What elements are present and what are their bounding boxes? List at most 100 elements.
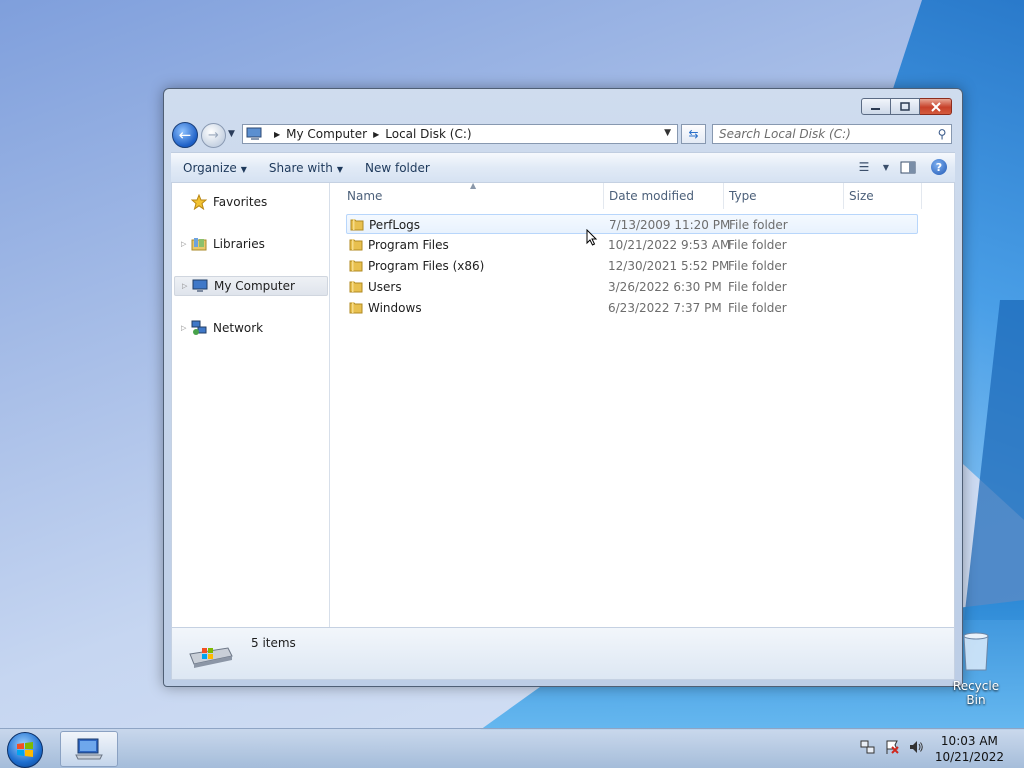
breadcrumb-separator-icon[interactable]: ▶ [274,130,280,139]
file-date: 6/23/2022 7:37 PM [608,301,722,315]
table-row[interactable]: Program Files 10/21/2022 9:53 AM File fo… [346,235,918,255]
nav-item-libraries[interactable]: ▷ Libraries [174,234,328,254]
column-label: Size [849,189,874,203]
file-list: Name ▲ Date modified Type Size PerfLogs … [330,181,954,627]
taskbar-explorer-button[interactable] [60,731,118,767]
share-with-label: Share with [268,160,333,175]
address-bar[interactable]: ▶ My Computer ▶ Local Disk (C:) ▼ [242,124,678,144]
refresh-button[interactable]: ⇆ [681,124,706,144]
windows-logo-icon [17,742,33,757]
table-row[interactable]: Program Files (x86) 12/30/2021 5:52 PM F… [346,256,918,276]
chevron-down-icon: ▼ [336,164,343,174]
breadcrumb-local-disk[interactable]: Local Disk (C:) [385,127,471,141]
change-view-button[interactable]: ☰ [849,160,879,174]
command-bar: Organize ▼ Share with ▼ New folder ☰ ▼ ? [171,152,955,182]
item-count: 5 items [251,636,296,650]
start-button[interactable] [7,732,43,768]
expand-arrow-icon[interactable]: ▷ [182,282,192,290]
mouse-cursor-icon [586,229,598,246]
table-row[interactable]: Windows 6/23/2022 7:37 PM File folder [346,298,918,318]
new-folder-label: New folder [364,160,430,175]
nav-item-network[interactable]: ▷ Network [174,318,328,338]
file-type: File folder [728,259,787,273]
restore-icon [900,101,910,111]
column-label: Type [729,189,757,203]
maximize-button[interactable] [891,98,920,115]
computer-icon [246,127,262,140]
file-type: File folder [728,280,787,294]
help-icon: ? [935,160,943,174]
hard-drive-icon [189,647,233,668]
file-name: Program Files (x86) [368,259,485,273]
expand-arrow-icon[interactable]: ▷ [181,324,191,332]
folder-icon [350,219,364,231]
caption-buttons [861,98,952,115]
network-status-icon[interactable] [860,739,876,755]
folder-icon [349,239,363,251]
computer-icon [75,738,103,760]
folder-icon [349,281,363,293]
chevron-down-icon: ▼ [228,129,235,139]
clock[interactable]: 10:03 AM 10/21/2022 [935,733,1004,765]
share-with-button[interactable]: Share with ▼ [257,161,353,175]
minimize-button[interactable] [861,98,891,115]
recycle-bin[interactable]: Recycle Bin [943,632,1009,707]
file-name: PerfLogs [369,218,421,232]
table-row[interactable]: PerfLogs 7/13/2009 11:20 PM File folder [346,214,918,234]
forward-button[interactable]: → [201,123,226,148]
system-tray [860,739,924,755]
breadcrumb-separator-icon[interactable]: ▶ [373,130,379,139]
file-date: 7/13/2009 11:20 PM [609,218,731,232]
column-headers: Name ▲ Date modified Type Size [330,181,954,209]
organize-label: Organize [183,160,237,175]
breadcrumb-my-computer[interactable]: My Computer [286,127,367,141]
column-label: Name [347,189,383,203]
view-options-button[interactable]: ▼ [879,163,893,172]
network-icon [191,320,207,336]
table-row[interactable]: Users 3/26/2022 6:30 PM File folder [346,277,918,297]
taskbar: 10:03 AM 10/21/2022 [0,728,1024,768]
file-name: Program Files [368,238,449,252]
forward-arrow-icon: → [208,128,219,143]
column-header-name[interactable]: Name ▲ [342,181,604,209]
navigation-pane: Favorites ▷ Libraries ▷ My Computer ▷ Ne… [172,183,330,627]
nav-item-my-computer[interactable]: ▷ My Computer [174,276,328,296]
organize-button[interactable]: Organize ▼ [171,161,257,175]
nav-item-label: Libraries [213,237,265,251]
search-box[interactable]: ⚲ [712,124,952,144]
expand-arrow-icon[interactable]: ▷ [181,240,191,248]
clock-date: 10/21/2022 [934,750,1004,764]
column-header-type[interactable]: Type [724,183,844,209]
nav-item-label: Network [213,321,264,335]
column-header-date[interactable]: Date modified [604,183,724,209]
action-center-flag-icon[interactable] [884,739,900,755]
new-folder-button[interactable]: New folder [353,161,440,175]
details-pane: 5 items [171,628,955,680]
volume-icon[interactable] [908,739,924,755]
chevron-down-icon: ▼ [882,162,890,172]
back-button[interactable]: ← [172,122,198,148]
content-area: Favorites ▷ Libraries ▷ My Computer ▷ Ne… [171,181,955,628]
file-name: Windows [368,301,422,315]
preview-pane-button[interactable] [893,161,923,174]
view-list-icon: ☰ [858,160,870,174]
file-date: 3/26/2022 6:30 PM [608,280,722,294]
explorer-window: ← → ▼ ▶ My Computer ▶ Local Disk (C:) ▼ … [163,88,963,687]
file-type: File folder [728,301,787,315]
file-name: Users [368,280,402,294]
search-icon[interactable]: ⚲ [933,127,951,141]
nav-item-favorites[interactable]: Favorites [174,192,328,212]
nav-item-label: My Computer [214,279,295,293]
help-button[interactable]: ? [931,159,947,175]
close-button[interactable] [920,98,952,115]
recent-pages-button[interactable]: ▼ [228,129,235,139]
column-header-size[interactable]: Size [844,183,922,209]
file-type: File folder [728,238,787,252]
star-icon [191,194,207,210]
preview-pane-icon [900,161,916,173]
clock-time: 10:03 AM [940,734,998,748]
computer-icon [192,278,208,294]
file-date: 10/21/2022 9:53 AM [608,238,731,252]
search-input[interactable] [713,126,933,142]
chevron-down-icon[interactable]: ▼ [664,128,671,138]
